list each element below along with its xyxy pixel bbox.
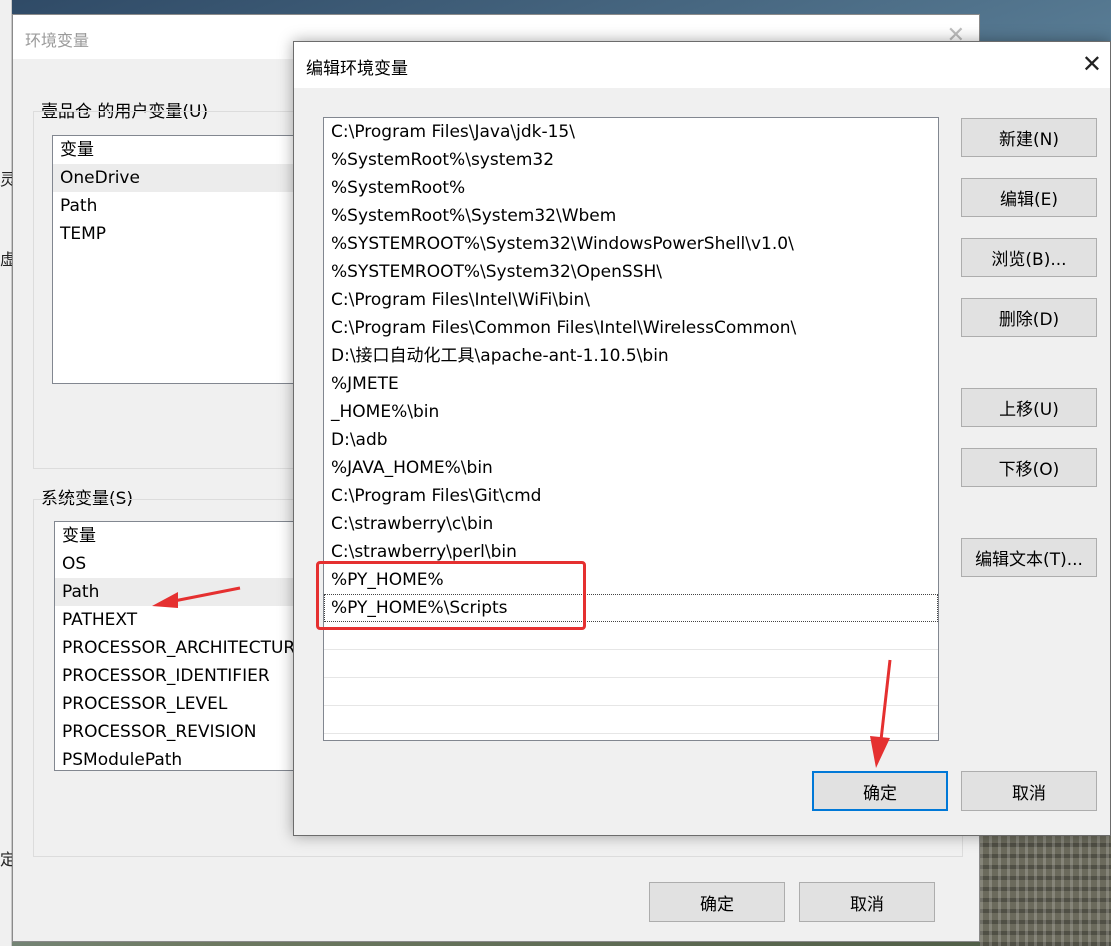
path-entry-empty[interactable] (324, 678, 938, 706)
edit-titlebar: 编辑环境变量 ✕ (294, 42, 1110, 88)
list-item[interactable]: OneDrive (53, 164, 311, 192)
annotation-arrow-icon (870, 659, 892, 768)
list-item[interactable]: Path (53, 192, 311, 220)
list-item[interactable]: PSModulePath (55, 746, 311, 770)
list-item[interactable]: TEMP (53, 220, 311, 248)
list-item[interactable]: PROCESSOR_ARCHITECTUR (55, 634, 311, 662)
path-entry[interactable]: C:\strawberry\c\bin (324, 510, 938, 538)
background-window-strip: 灵 虚 定 (0, 0, 16, 946)
move-up-button[interactable]: 上移(U) (961, 388, 1097, 427)
path-entry[interactable]: %JMETE (324, 370, 938, 398)
new-button[interactable]: 新建(N) (961, 118, 1097, 157)
path-entry[interactable]: C:\Program Files\Git\cmd (324, 482, 938, 510)
path-entry[interactable]: %SystemRoot%\System32\Wbem (324, 202, 938, 230)
column-header-variable[interactable]: 变量 (53, 136, 311, 164)
desktop-wallpaper-city (980, 820, 1111, 946)
edit-button[interactable]: 编辑(E) (961, 178, 1097, 217)
close-icon[interactable]: ✕ (1082, 50, 1102, 78)
path-entry[interactable]: C:\Program Files\Intel\WiFi\bin\ (324, 286, 938, 314)
path-entry[interactable]: %SystemRoot%\system32 (324, 146, 938, 174)
edit-dialog-title: 编辑环境变量 (306, 59, 408, 79)
cancel-button[interactable]: 取消 (961, 771, 1097, 811)
edit-env-var-dialog: 编辑环境变量 ✕ C:\Program Files\Java\jdk-15\ %… (293, 41, 1111, 836)
annotation-arrow-icon (152, 586, 241, 608)
move-down-button[interactable]: 下移(O) (961, 448, 1097, 487)
list-item[interactable]: PROCESSOR_IDENTIFIER (55, 662, 311, 690)
env-ok-button[interactable]: 确定 (649, 882, 785, 922)
delete-button[interactable]: 删除(D) (961, 298, 1097, 337)
env-cancel-button[interactable]: 取消 (799, 882, 935, 922)
env-window-title: 环境变量 (25, 31, 90, 50)
path-entry[interactable]: %SYSTEMROOT%\System32\WindowsPowerShell\… (324, 230, 938, 258)
path-entries-list[interactable]: C:\Program Files\Java\jdk-15\ %SystemRoo… (323, 117, 939, 741)
path-entry[interactable]: %JAVA_HOME%\bin (324, 454, 938, 482)
ok-button[interactable]: 确定 (812, 771, 948, 811)
edit-text-button[interactable]: 编辑文本(T)... (961, 538, 1097, 577)
path-entry[interactable]: C:\Program Files\Java\jdk-15\ (324, 118, 938, 146)
path-entry-empty[interactable] (324, 706, 938, 734)
path-entry[interactable]: D:\adb (324, 426, 938, 454)
user-vars-list[interactable]: 变量 OneDrive Path TEMP (52, 135, 312, 384)
path-entry[interactable]: %SYSTEMROOT%\System32\OpenSSH\ (324, 258, 938, 286)
path-entry[interactable]: D:\接口自动化工具\apache-ant-1.10.5\bin (324, 342, 938, 370)
list-item[interactable]: PROCESSOR_REVISION (55, 718, 311, 746)
path-entry-empty[interactable] (324, 650, 938, 678)
list-item[interactable]: PROCESSOR_LEVEL (55, 690, 311, 718)
annotation-highlight-box (316, 561, 586, 630)
system-vars-list[interactable]: 变量 OS Path PATHEXT PROCESSOR_ARCHITECTUR… (54, 521, 312, 771)
path-entry[interactable]: _HOME%\bin (324, 398, 938, 426)
path-entry[interactable]: %SystemRoot% (324, 174, 938, 202)
column-header-variable[interactable]: 变量 (55, 522, 311, 550)
list-item[interactable]: OS (55, 550, 311, 578)
browse-button[interactable]: 浏览(B)... (961, 238, 1097, 277)
path-entry[interactable]: C:\Program Files\Common Files\Intel\Wire… (324, 314, 938, 342)
